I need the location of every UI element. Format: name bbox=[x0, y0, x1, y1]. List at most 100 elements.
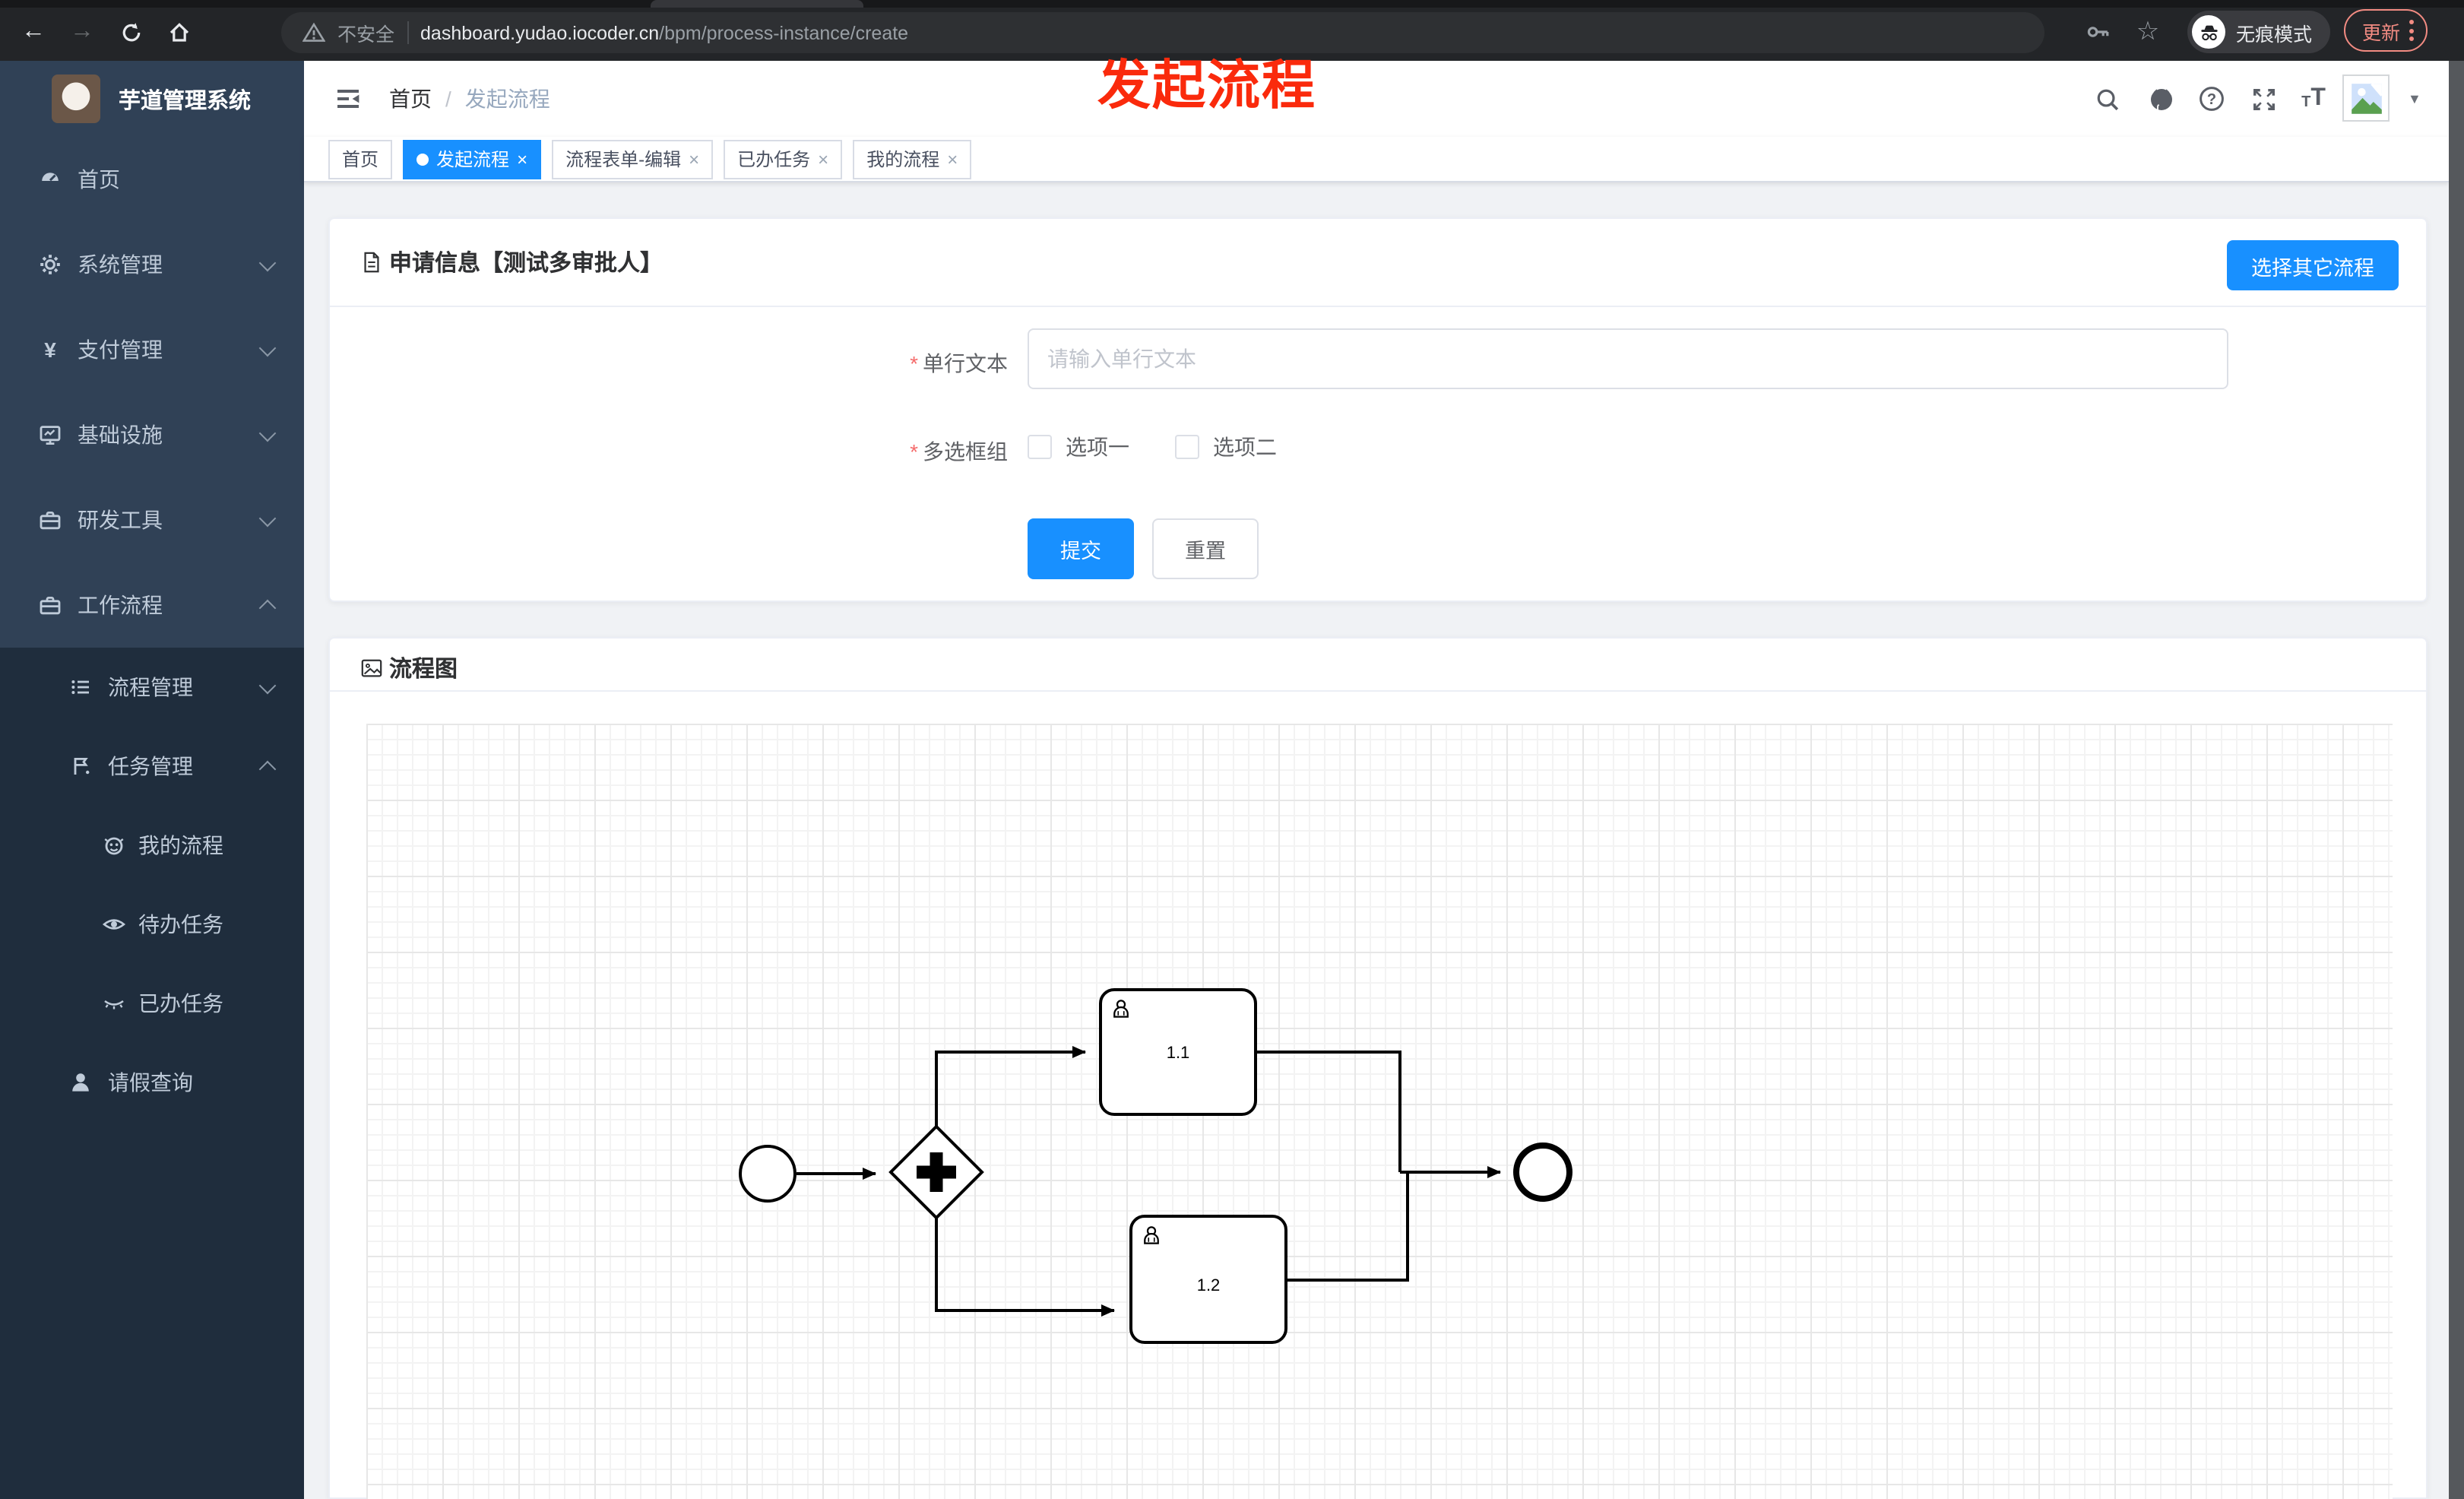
chevron-up-icon bbox=[258, 759, 277, 778]
app-title: 芋道管理系统 bbox=[119, 89, 251, 113]
header-fullscreen-button[interactable] bbox=[2250, 85, 2277, 113]
incognito-label: 无痕模式 bbox=[2236, 24, 2313, 45]
sidebar-item-home[interactable]: 首页 bbox=[0, 137, 304, 222]
header-help-button[interactable]: ? bbox=[2198, 85, 2225, 113]
sidebar-item-my-process[interactable]: 我的流程 bbox=[0, 806, 304, 885]
checkbox-group-label: * 多选框组 bbox=[910, 439, 1008, 464]
url-text: dashboard.yudao.iocoder.cn/bpm/process-i… bbox=[420, 22, 908, 43]
required-asterisk: * bbox=[910, 351, 918, 376]
chevron-down-icon bbox=[258, 423, 277, 442]
chevron-up-icon bbox=[258, 598, 277, 616]
bpmn-start-event bbox=[739, 1145, 797, 1203]
github-icon bbox=[2151, 89, 2172, 110]
sidebar-item-workflow[interactable]: 工作流程 bbox=[0, 563, 304, 648]
breadcrumb-current: 发起流程 bbox=[464, 87, 550, 111]
tab-done-tasks[interactable]: 已办任务 × bbox=[724, 139, 843, 179]
single-line-text-input[interactable] bbox=[1028, 328, 2228, 389]
bpmn-end-event bbox=[1513, 1142, 1572, 1202]
diagram-title-row: 流程图 bbox=[360, 652, 458, 684]
select-other-process-button[interactable]: 选择其它流程 bbox=[2227, 240, 2399, 290]
header-github-button[interactable] bbox=[2148, 85, 2175, 113]
security-label: 不安全 bbox=[337, 24, 395, 46]
tab-home[interactable]: 首页 bbox=[328, 139, 393, 179]
sidebar-item-todo-tasks[interactable]: 待办任务 bbox=[0, 885, 304, 964]
user-avatar[interactable] bbox=[2342, 74, 2390, 122]
bpmn-diagram: 1.1 1.2 bbox=[739, 988, 1572, 1344]
reset-button[interactable]: 重置 bbox=[1152, 518, 1259, 579]
annotation-text: 发起流程 bbox=[1097, 56, 1317, 116]
hamburger-collapse-icon bbox=[337, 90, 359, 108]
flow-task-1-2-out bbox=[1286, 1174, 1409, 1282]
monitor-icon bbox=[38, 423, 62, 447]
close-icon[interactable]: × bbox=[818, 150, 828, 168]
dashboard-icon bbox=[38, 167, 62, 192]
sidebar-item-devtools[interactable]: 研发工具 bbox=[0, 477, 304, 563]
yen-icon: ¥ bbox=[44, 338, 56, 362]
sidebar-collapse-button[interactable] bbox=[334, 85, 362, 113]
card-header-divider bbox=[330, 306, 2426, 307]
tab-create-process[interactable]: 发起流程 × bbox=[403, 139, 542, 179]
chevron-down-icon bbox=[258, 509, 277, 527]
sidebar-logo-row[interactable]: 芋道管理系统 bbox=[0, 61, 304, 137]
scrollbar[interactable] bbox=[2449, 61, 2464, 1499]
incognito-badge: 无痕模式 bbox=[2187, 11, 2331, 53]
browser-bookmark-button[interactable]: ☆ bbox=[2130, 14, 2166, 50]
browser-reload-button[interactable] bbox=[112, 14, 149, 50]
checkbox-icon[interactable] bbox=[1028, 435, 1052, 459]
browser-active-tab-edge bbox=[651, 0, 863, 8]
checkbox-option-2[interactable]: 选项二 bbox=[1175, 432, 1277, 462]
screen: ← → 不安全 dashboard.yudao.iocoder.cn/bpm/p… bbox=[0, 0, 2464, 1499]
browser-tabstrip bbox=[0, 0, 2464, 8]
close-icon[interactable]: × bbox=[689, 150, 699, 168]
card-header-divider bbox=[330, 690, 2426, 692]
checkbox-icon[interactable] bbox=[1175, 435, 1199, 459]
apply-info-title: 申请信息【测试多审批人】 bbox=[389, 251, 664, 277]
list-icon bbox=[68, 675, 93, 699]
single-line-text-label: * 单行文本 bbox=[910, 351, 1008, 376]
sidebar-item-payment[interactable]: ¥ 支付管理 bbox=[0, 307, 304, 392]
close-icon[interactable]: × bbox=[947, 150, 958, 168]
sidebar-item-system[interactable]: 系统管理 bbox=[0, 222, 304, 307]
sidebar-submenu-workflow: 流程管理 任务管理 我的流程 待办任务 已办任务 请假查询 bbox=[0, 648, 304, 1499]
flow-task-1-1-out bbox=[1256, 1051, 1401, 1172]
breadcrumb-home[interactable]: 首页 bbox=[389, 84, 432, 114]
menu-dots-icon[interactable] bbox=[2409, 20, 2415, 41]
bpmn-canvas[interactable]: 1.1 1.2 bbox=[366, 724, 2393, 1499]
close-icon[interactable]: × bbox=[517, 150, 527, 168]
sidebar-item-leave-query[interactable]: 请假查询 bbox=[0, 1043, 304, 1122]
header-search-button[interactable] bbox=[2093, 85, 2120, 113]
browser-key-button[interactable] bbox=[2079, 14, 2116, 50]
tab-form-edit[interactable]: 流程表单-编辑 × bbox=[552, 139, 714, 179]
fullscreen-icon bbox=[2253, 88, 2274, 109]
app-logo bbox=[52, 74, 100, 123]
url-path: /bpm/process-instance/create bbox=[659, 22, 909, 43]
browser-update-button[interactable]: 更新 bbox=[2344, 9, 2428, 52]
flow-gateway-to-task-1-2 bbox=[935, 1218, 1115, 1317]
eye-closed-icon bbox=[102, 991, 126, 1016]
tab-my-process[interactable]: 我的流程 × bbox=[853, 139, 972, 179]
question-icon: ? bbox=[2200, 87, 2224, 111]
eye-icon bbox=[102, 912, 126, 936]
header-fontsize-button[interactable]: TT bbox=[2300, 85, 2327, 113]
tags-view-bar: 首页 发起流程 × 流程表单-编辑 × 已办任务 × 我的流程 × bbox=[304, 137, 2449, 182]
warning-icon bbox=[302, 22, 325, 42]
sidebar-item-process-management[interactable]: 流程管理 bbox=[0, 648, 304, 727]
url-separator bbox=[407, 21, 409, 44]
browser-back-button[interactable]: ← bbox=[15, 14, 52, 50]
task-label: 1.2 bbox=[1197, 1276, 1221, 1295]
task-label: 1.1 bbox=[1167, 1043, 1190, 1062]
sidebar-item-done-tasks[interactable]: 已办任务 bbox=[0, 964, 304, 1043]
checkbox-option-1[interactable]: 选项一 bbox=[1028, 432, 1129, 462]
update-label: 更新 bbox=[2362, 22, 2401, 43]
apply-info-card: 申请信息【测试多审批人】 选择其它流程 *单行文本 *多选框组 选项一 选项二 … bbox=[328, 217, 2428, 602]
avatar-caret-icon[interactable]: ▼ bbox=[2408, 91, 2421, 106]
sidebar-item-infrastructure[interactable]: 基础设施 bbox=[0, 392, 304, 477]
sidebar-item-task-management[interactable]: 任务管理 bbox=[0, 727, 304, 806]
fontsize-icon: T bbox=[2301, 94, 2311, 111]
submit-button[interactable]: 提交 bbox=[1028, 518, 1134, 579]
flag-icon bbox=[68, 754, 93, 778]
bpmn-parallel-gateway bbox=[888, 1124, 984, 1220]
browser-forward-button[interactable]: → bbox=[64, 14, 100, 50]
active-tab-dot bbox=[416, 153, 429, 165]
browser-home-button[interactable] bbox=[161, 14, 198, 50]
